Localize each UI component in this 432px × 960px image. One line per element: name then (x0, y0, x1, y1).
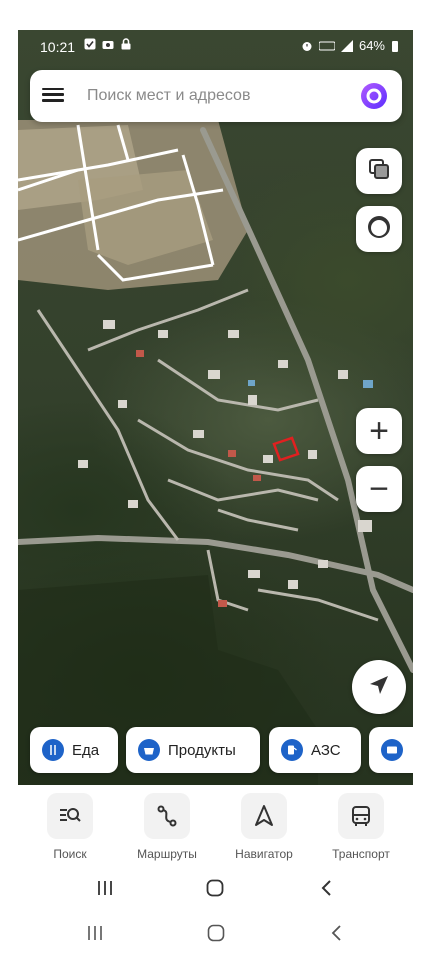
panorama-button[interactable] (356, 206, 402, 252)
menu-icon[interactable] (42, 84, 64, 106)
volte-icon (318, 40, 336, 52)
chip-groceries[interactable]: Продукты (126, 727, 260, 773)
phone-screen: 10:21 64% Поиск мест и адресов + − Еда П… (18, 30, 413, 910)
tab-navigator[interactable]: Навигатор (224, 793, 304, 861)
route-icon (144, 793, 190, 839)
search-bar[interactable]: Поиск мест и адресов (30, 70, 402, 122)
back-icon[interactable] (326, 922, 348, 944)
status-bar: 10:21 64% (18, 30, 413, 64)
battery-percent: 64% (358, 38, 385, 53)
zoom-in-button[interactable]: + (356, 408, 402, 454)
tab-navigator-label: Навигатор (235, 847, 293, 861)
category-chips: Еда Продукты АЗС (30, 727, 413, 773)
chip-gas-station[interactable]: АЗС (269, 727, 361, 773)
alice-assistant-icon[interactable] (360, 82, 388, 110)
search-input[interactable]: Поиск мест и адресов (87, 87, 250, 105)
zoom-out-button[interactable]: − (356, 466, 402, 512)
status-system-icons: 64% (301, 38, 399, 53)
chip-food[interactable]: Еда (30, 727, 118, 773)
bottom-tab-bar: Поиск Маршруты Навигатор Транспорт (18, 785, 413, 865)
chip-gas-station-label: АЗС (311, 741, 341, 759)
recent-apps-icon[interactable] (84, 922, 106, 944)
home-icon[interactable] (204, 877, 226, 899)
alarm-icon (301, 40, 313, 52)
panorama-icon (365, 213, 393, 246)
fuel-icon (281, 739, 303, 761)
navigator-arrow-icon (241, 793, 287, 839)
home-icon[interactable] (205, 922, 227, 944)
satellite-map[interactable] (18, 30, 413, 785)
tab-transport[interactable]: Транспорт (321, 793, 401, 861)
tab-transport-label: Транспорт (332, 847, 390, 861)
chip-atm[interactable] (369, 727, 413, 773)
layers-icon (367, 157, 391, 186)
android-nav-bar-outer (0, 910, 432, 960)
tab-routes[interactable]: Маршруты (127, 793, 207, 861)
tab-routes-label: Маршруты (137, 847, 197, 861)
atm-icon (381, 739, 403, 761)
layers-button[interactable] (356, 148, 402, 194)
lock-notification-icon (120, 38, 132, 50)
selected-plot-outline (272, 436, 300, 462)
tab-search[interactable]: Поиск (30, 793, 110, 861)
basket-icon (138, 739, 160, 761)
search-list-icon (47, 793, 93, 839)
location-arrow-icon (367, 673, 391, 702)
tab-search-label: Поиск (53, 847, 87, 861)
my-location-button[interactable] (352, 660, 406, 714)
chip-food-label: Еда (72, 741, 100, 759)
map-imagery (18, 120, 413, 785)
zoom-out-icon: − (369, 470, 389, 508)
battery-icon (391, 40, 399, 52)
zoom-in-icon: + (369, 412, 389, 450)
android-nav-bar-inner (18, 865, 413, 910)
recent-apps-icon[interactable] (94, 877, 116, 899)
camera-notification-icon (102, 38, 114, 50)
bus-icon (338, 793, 384, 839)
check-notification-icon (84, 38, 96, 50)
chip-groceries-label: Продукты (168, 741, 236, 759)
status-time: 10:21 (40, 39, 76, 55)
back-icon[interactable] (316, 877, 338, 899)
signal-icon (340, 39, 353, 52)
fork-knife-icon (42, 739, 64, 761)
status-notification-icons (84, 38, 132, 50)
